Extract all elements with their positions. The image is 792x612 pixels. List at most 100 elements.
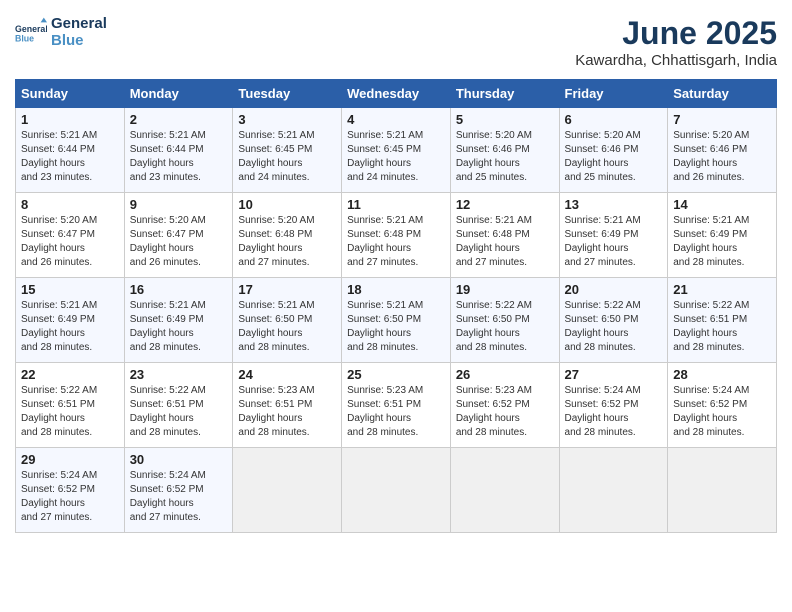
daylight-label: Daylight hours <box>21 243 85 254</box>
table-row <box>668 448 777 533</box>
daylight-duration: and 27 minutes. <box>21 512 92 523</box>
daylight-duration: and 27 minutes. <box>238 257 309 268</box>
day-number: 5 <box>456 112 554 127</box>
table-row <box>450 448 559 533</box>
svg-text:General: General <box>15 24 47 34</box>
daylight-label: Daylight hours <box>673 158 737 169</box>
daylight-duration: and 26 minutes. <box>130 257 201 268</box>
daylight-label: Daylight hours <box>130 413 194 424</box>
daylight-duration: and 28 minutes. <box>347 427 418 438</box>
day-info: Sunrise: 5:20 AM Sunset: 6:48 PM Dayligh… <box>238 214 336 270</box>
day-number: 11 <box>347 197 445 212</box>
table-row: 20 Sunrise: 5:22 AM Sunset: 6:50 PM Dayl… <box>559 278 668 363</box>
daylight-label: Daylight hours <box>456 158 520 169</box>
daylight-duration: and 24 minutes. <box>347 172 418 183</box>
daylight-duration: and 23 minutes. <box>21 172 92 183</box>
daylight-label: Daylight hours <box>130 243 194 254</box>
daylight-label: Daylight hours <box>565 328 629 339</box>
day-number: 19 <box>456 282 554 297</box>
daylight-label: Daylight hours <box>238 158 302 169</box>
day-info: Sunrise: 5:21 AM Sunset: 6:45 PM Dayligh… <box>238 129 336 185</box>
logo-line1: General <box>51 15 107 32</box>
day-number: 26 <box>456 367 554 382</box>
daylight-duration: and 24 minutes. <box>238 172 309 183</box>
day-number: 7 <box>673 112 771 127</box>
daylight-duration: and 28 minutes. <box>673 427 744 438</box>
day-number: 22 <box>21 367 119 382</box>
day-number: 16 <box>130 282 228 297</box>
daylight-label: Daylight hours <box>347 158 411 169</box>
day-info: Sunrise: 5:21 AM Sunset: 6:49 PM Dayligh… <box>130 299 228 355</box>
calendar-row: 22 Sunrise: 5:22 AM Sunset: 6:51 PM Dayl… <box>16 363 777 448</box>
daylight-duration: and 28 minutes. <box>21 427 92 438</box>
day-info: Sunrise: 5:22 AM Sunset: 6:50 PM Dayligh… <box>565 299 663 355</box>
day-info: Sunrise: 5:21 AM Sunset: 6:49 PM Dayligh… <box>673 214 771 270</box>
daylight-label: Daylight hours <box>673 413 737 424</box>
table-row: 28 Sunrise: 5:24 AM Sunset: 6:52 PM Dayl… <box>668 363 777 448</box>
daylight-label: Daylight hours <box>21 498 85 509</box>
day-number: 15 <box>21 282 119 297</box>
day-number: 28 <box>673 367 771 382</box>
col-tuesday: Tuesday <box>233 80 342 108</box>
day-number: 4 <box>347 112 445 127</box>
col-wednesday: Wednesday <box>342 80 451 108</box>
table-row: 15 Sunrise: 5:21 AM Sunset: 6:49 PM Dayl… <box>16 278 125 363</box>
daylight-duration: and 23 minutes. <box>130 172 201 183</box>
logo: General Blue General Blue <box>15 15 107 49</box>
daylight-duration: and 28 minutes. <box>238 342 309 353</box>
daylight-label: Daylight hours <box>565 243 629 254</box>
table-row: 5 Sunrise: 5:20 AM Sunset: 6:46 PM Dayli… <box>450 108 559 193</box>
daylight-duration: and 28 minutes. <box>673 257 744 268</box>
daylight-duration: and 28 minutes. <box>130 427 201 438</box>
daylight-label: Daylight hours <box>456 243 520 254</box>
table-row: 30 Sunrise: 5:24 AM Sunset: 6:52 PM Dayl… <box>124 448 233 533</box>
day-info: Sunrise: 5:24 AM Sunset: 6:52 PM Dayligh… <box>21 469 119 525</box>
daylight-label: Daylight hours <box>130 498 194 509</box>
daylight-duration: and 25 minutes. <box>565 172 636 183</box>
col-friday: Friday <box>559 80 668 108</box>
day-info: Sunrise: 5:21 AM Sunset: 6:45 PM Dayligh… <box>347 129 445 185</box>
day-info: Sunrise: 5:20 AM Sunset: 6:47 PM Dayligh… <box>130 214 228 270</box>
daylight-label: Daylight hours <box>347 243 411 254</box>
svg-text:Blue: Blue <box>15 34 34 44</box>
table-row <box>233 448 342 533</box>
table-row <box>342 448 451 533</box>
day-info: Sunrise: 5:24 AM Sunset: 6:52 PM Dayligh… <box>565 384 663 440</box>
daylight-duration: and 28 minutes. <box>21 342 92 353</box>
daylight-duration: and 27 minutes. <box>130 512 201 523</box>
day-info: Sunrise: 5:22 AM Sunset: 6:51 PM Dayligh… <box>21 384 119 440</box>
daylight-duration: and 28 minutes. <box>130 342 201 353</box>
page-header: General Blue General Blue June 2025 Kawa… <box>15 15 777 69</box>
calendar-header-row: Sunday Monday Tuesday Wednesday Thursday… <box>16 80 777 108</box>
daylight-label: Daylight hours <box>21 328 85 339</box>
day-info: Sunrise: 5:21 AM Sunset: 6:44 PM Dayligh… <box>21 129 119 185</box>
table-row: 29 Sunrise: 5:24 AM Sunset: 6:52 PM Dayl… <box>16 448 125 533</box>
calendar-row: 29 Sunrise: 5:24 AM Sunset: 6:52 PM Dayl… <box>16 448 777 533</box>
day-info: Sunrise: 5:24 AM Sunset: 6:52 PM Dayligh… <box>673 384 771 440</box>
col-thursday: Thursday <box>450 80 559 108</box>
day-number: 9 <box>130 197 228 212</box>
table-row: 6 Sunrise: 5:20 AM Sunset: 6:46 PM Dayli… <box>559 108 668 193</box>
day-number: 24 <box>238 367 336 382</box>
daylight-duration: and 27 minutes. <box>456 257 527 268</box>
day-number: 8 <box>21 197 119 212</box>
table-row: 2 Sunrise: 5:21 AM Sunset: 6:44 PM Dayli… <box>124 108 233 193</box>
daylight-duration: and 28 minutes. <box>673 342 744 353</box>
day-number: 23 <box>130 367 228 382</box>
table-row: 12 Sunrise: 5:21 AM Sunset: 6:48 PM Dayl… <box>450 193 559 278</box>
daylight-duration: and 27 minutes. <box>347 257 418 268</box>
day-info: Sunrise: 5:22 AM Sunset: 6:51 PM Dayligh… <box>673 299 771 355</box>
table-row: 25 Sunrise: 5:23 AM Sunset: 6:51 PM Dayl… <box>342 363 451 448</box>
daylight-duration: and 28 minutes. <box>456 342 527 353</box>
daylight-label: Daylight hours <box>238 328 302 339</box>
day-info: Sunrise: 5:21 AM Sunset: 6:44 PM Dayligh… <box>130 129 228 185</box>
logo-line2: Blue <box>51 32 107 49</box>
day-number: 21 <box>673 282 771 297</box>
daylight-label: Daylight hours <box>565 413 629 424</box>
day-info: Sunrise: 5:23 AM Sunset: 6:51 PM Dayligh… <box>238 384 336 440</box>
daylight-label: Daylight hours <box>673 243 737 254</box>
daylight-label: Daylight hours <box>238 243 302 254</box>
day-number: 18 <box>347 282 445 297</box>
day-number: 20 <box>565 282 663 297</box>
day-number: 27 <box>565 367 663 382</box>
